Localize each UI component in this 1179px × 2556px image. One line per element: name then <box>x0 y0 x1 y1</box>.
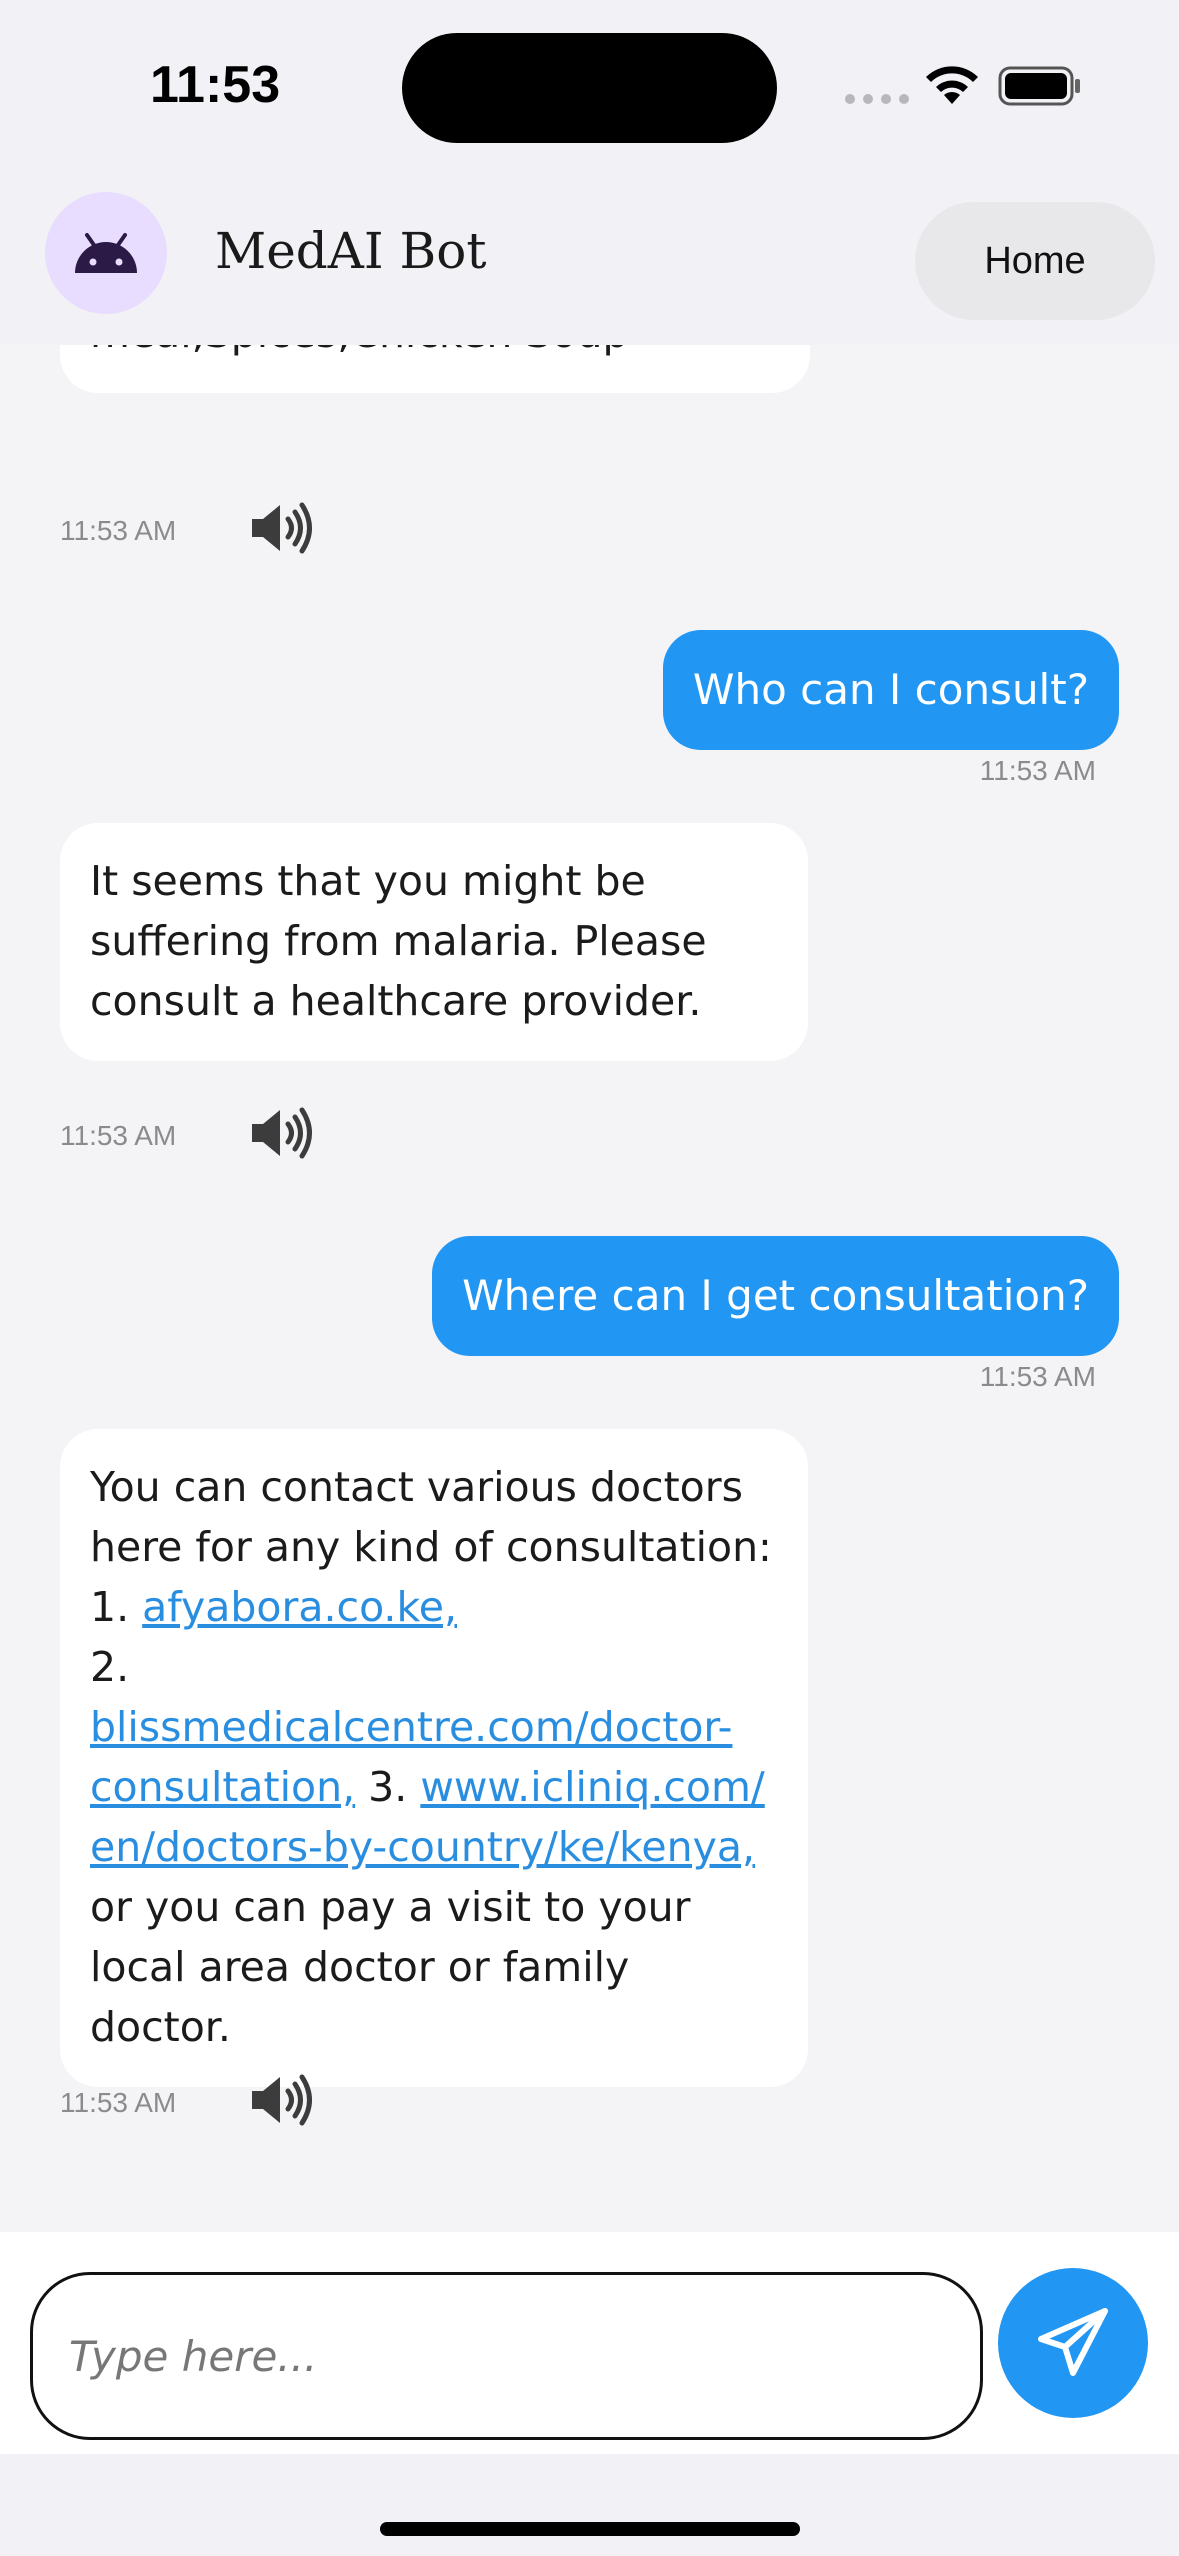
message-timestamp: 11:53 AM <box>60 515 177 546</box>
speaker-icon[interactable] <box>248 1105 316 1161</box>
app-header: MedAI Bot Home <box>0 180 1179 345</box>
wifi-icon <box>926 66 978 104</box>
message-timestamp: 11:53 AM <box>979 1361 1096 1392</box>
home-button[interactable]: Home <box>915 202 1155 320</box>
bot-message: You can contact various doctors here for… <box>60 1429 808 2087</box>
battery-icon <box>998 66 1080 106</box>
user-message: Who can I consult? <box>662 630 1119 750</box>
app-title: MedAI Bot <box>215 222 487 280</box>
status-time: 11:53 <box>150 56 281 114</box>
dynamic-island <box>402 33 777 143</box>
bot-avatar <box>45 192 167 314</box>
list-number: 2. <box>90 1643 130 1691</box>
chat-messages[interactable]: fruits,Leafy greens,Broccoli,Oat meal,Sp… <box>0 345 1179 2232</box>
cellular-signal-icon <box>845 94 909 104</box>
afyabora-link[interactable]: afyabora.co.ke, <box>142 1583 457 1631</box>
message-timestamp: 11:53 AM <box>60 1120 177 1151</box>
message-input[interactable] <box>30 2272 983 2440</box>
status-bar: 11:53 <box>0 0 1179 180</box>
message-text: Where can I get consultation? <box>462 1271 1089 1320</box>
input-bar <box>0 2232 1179 2454</box>
message-timestamp: 11:53 AM <box>979 755 1096 786</box>
send-button[interactable] <box>998 2268 1148 2418</box>
send-icon <box>1038 2308 1108 2376</box>
android-icon <box>75 233 137 273</box>
speaker-icon[interactable] <box>248 500 316 556</box>
bottom-safe-area <box>0 2454 1179 2556</box>
list-number: 3. <box>368 1763 408 1811</box>
user-message: Where can I get consultation? <box>432 1236 1119 1356</box>
speaker-icon[interactable] <box>248 2072 316 2128</box>
home-indicator[interactable] <box>380 2522 800 2536</box>
bot-message: fruits,Leafy greens,Broccoli,Oat meal,Sp… <box>60 345 810 393</box>
message-text: or you can pay a visit to your local are… <box>90 1883 691 2051</box>
message-text: fruits,Leafy greens,Broccoli,Oat meal,Sp… <box>90 345 734 357</box>
bot-message: It seems that you might be suffering fro… <box>60 823 808 1061</box>
message-timestamp: 11:53 AM <box>60 2087 177 2118</box>
message-text: It seems that you might be suffering fro… <box>90 857 707 1025</box>
message-text: Who can I consult? <box>692 665 1089 714</box>
